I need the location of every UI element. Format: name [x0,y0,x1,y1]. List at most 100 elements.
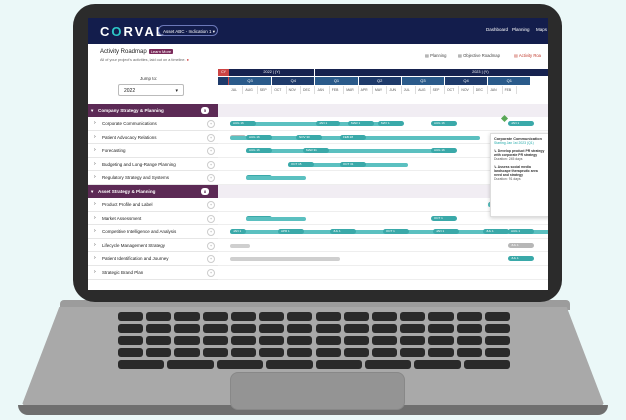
activity-row[interactable]: › Competitive Intelligence and Analysis + [88,225,218,239]
activity-row[interactable]: › Strategic Brand Plan + [88,266,218,280]
jump-to-select[interactable]: 2022 ▾ [118,84,184,96]
date-pill[interactable]: MAR 31 [303,148,329,154]
group-header[interactable]: ▾ Company Strategy & Planning 5 [88,104,218,117]
page-title: Activity Roadmap Learn More [100,49,174,56]
add-icon[interactable]: + [207,269,215,277]
add-icon[interactable]: + [207,241,215,250]
date-pill[interactable]: JUL 1 [330,229,356,235]
date-pill[interactable]: AUG 1 [508,229,534,235]
date-pill[interactable]: AUG 16 [431,148,457,154]
activity-row[interactable]: › Corporate Communications + [88,117,218,131]
add-icon[interactable]: + [207,120,215,128]
activity-bar[interactable] [230,257,340,262]
add-icon[interactable]: + [207,147,215,156]
group-header[interactable]: ▾ Asset Strategy & Planning 8 [88,185,218,198]
keyboard-key [400,348,426,357]
activity-bar[interactable] [246,216,306,221]
timeline-row [218,239,548,253]
chevron-right-icon[interactable]: › [94,144,96,157]
activity-row[interactable]: › Forecasting + [88,144,218,158]
quarter-header: Q3 [401,77,444,85]
date-pill[interactable]: JUL 1 [508,242,534,248]
chevron-right-icon[interactable]: › [94,131,96,144]
chevron-right-icon[interactable]: › [94,158,96,171]
month-header: JAN [315,86,330,94]
date-pill[interactable]: JUL 1 [508,256,534,262]
keyboard-key [315,312,341,321]
date-pill[interactable]: JUL 1 [483,229,509,235]
view-planning[interactable]: ▤ Planning [425,53,446,58]
chevron-right-icon[interactable]: › [94,225,96,238]
date-pill[interactable]: MAR 1 [348,121,374,126]
add-icon[interactable]: + [207,228,215,237]
add-icon[interactable]: + [207,133,215,142]
group-count: 5 [201,107,209,114]
chevron-right-icon[interactable]: › [94,212,96,225]
nav-dashboard[interactable]: Dashboard [486,27,508,32]
keyboard-key [259,348,285,357]
month-header: NOV [287,86,301,94]
date-pill[interactable]: JAN 1 [508,121,534,126]
date-pill[interactable]: MAY 1 [378,121,404,126]
quarter-header: Q1 [315,77,358,85]
keyboard-key [287,336,313,345]
date-pill[interactable]: FEB 28 [340,134,366,140]
date-pill[interactable]: AUG 16 [246,134,272,140]
date-pill[interactable]: AUG 16 [230,121,256,126]
nav-planning[interactable]: Planning [512,27,530,32]
chevron-right-icon[interactable]: › [94,239,96,252]
date-pill[interactable]: JAN 1 [230,229,246,235]
keyboard-key [315,324,341,333]
date-pill[interactable]: NOV 30 [296,134,322,140]
add-icon[interactable]: + [207,255,215,264]
chevron-right-icon[interactable]: › [94,266,96,279]
year-label-cell: CY [218,69,229,76]
activity-bar[interactable] [246,149,446,154]
activity-row[interactable]: › Regulatory Strategy and Systems + [88,171,218,185]
keyboard-key [343,324,369,333]
chevron-right-icon[interactable]: › [94,171,96,184]
date-pill[interactable]: OCT 31 [340,161,366,167]
activity-bar[interactable] [246,176,306,181]
date-pill[interactable]: OCT 1 [383,229,409,235]
learn-more-button[interactable]: Learn More [148,49,174,54]
add-icon[interactable]: + [207,174,215,183]
keyboard-key [146,312,172,321]
chevron-right-icon[interactable]: › [94,117,96,130]
month-header: OCT [272,86,287,94]
date-pill[interactable]: AUG 16 [431,121,457,126]
year-header: 2023 | (Y) [315,69,548,76]
add-icon[interactable]: + [207,214,215,223]
corval-logo[interactable]: CORVAL [100,24,166,39]
keyboard-key [371,348,398,357]
month-header: FEB [503,86,517,94]
date-pill[interactable]: JAN 1 [316,121,340,126]
activity-row[interactable]: › Product Profile and Label + [88,198,218,212]
chevron-right-icon[interactable]: › [94,198,96,211]
activity-row[interactable]: › Lifecycle Management Strategy + [88,239,218,253]
activity-list: ▾ Company Strategy & Planning 5 › Corporate … [88,104,218,290]
add-icon[interactable]: + [207,160,215,169]
keyboard-key [230,348,257,357]
month-header: JUN [387,86,402,94]
view-activity-roadmap[interactable]: ▤ Activity Roa [514,53,541,58]
chevron-right-icon[interactable]: › [94,252,96,265]
date-pill[interactable]: APR 1 [278,229,304,235]
activity-row[interactable]: › Market Assessment + [88,212,218,226]
activity-bar[interactable] [230,243,250,248]
keyboard-key [456,324,482,333]
popup-item: ↳ Assess social media landscape therapeu… [494,165,538,177]
view-objective-roadmap[interactable]: ▤ Objective Roadmap [458,53,500,58]
date-pill[interactable]: JAN 1 [433,229,459,235]
activity-row[interactable]: › Patient Identification and Journey + [88,252,218,266]
date-pill[interactable]: AUG 16 [246,148,272,154]
activity-row[interactable]: › Budgeting and Long-Range Planning + [88,158,218,172]
asset-selector[interactable]: Asset ABC - Indication 1 ▾ [158,25,218,36]
date-pill[interactable]: OCT 15 [288,161,314,167]
activity-row[interactable]: › Patient Advocacy Relations + [88,131,218,145]
date-pill[interactable]: OCT 1 [431,215,457,221]
keyboard-key [174,324,200,333]
quarter-header: Q2 [218,77,228,85]
nav-maps[interactable]: Maps [536,27,547,32]
add-icon[interactable]: + [207,201,215,209]
